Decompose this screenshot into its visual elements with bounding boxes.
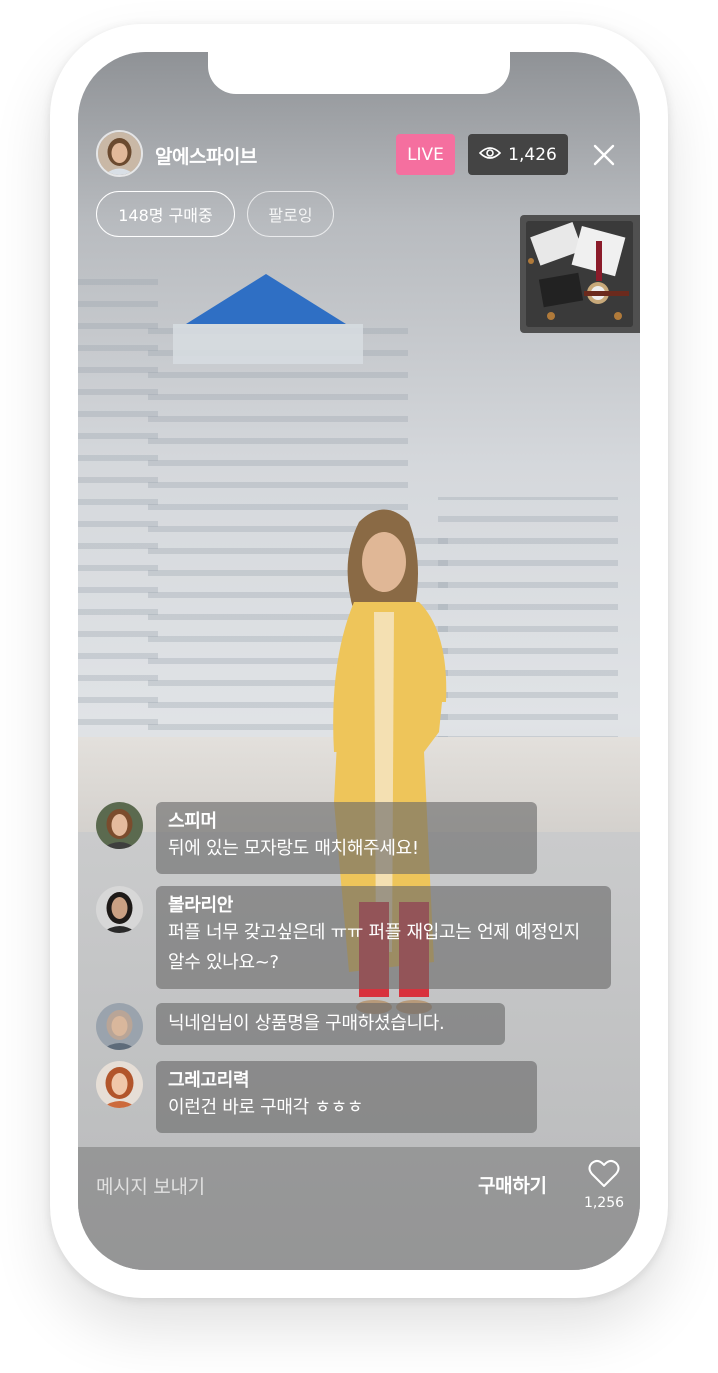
like-button[interactable] [588, 1159, 620, 1189]
close-icon [593, 144, 615, 166]
product-thumbnail[interactable] [520, 215, 640, 333]
chat-nickname: 스피머 [168, 811, 217, 832]
chat-avatar[interactable] [96, 1061, 143, 1108]
chat-text: 퍼플 너무 갖고싶은데 ㅠㅠ 퍼플 재입고는 언제 예정인지 알수 있나요~? [168, 922, 580, 973]
phone-frame: 알에스파이브 LIVE 1,426 148명 구매중 팔로잉 스피머 뒤에 있는… [50, 24, 668, 1298]
chat-bubble: 볼라리안 퍼플 너무 갖고싶은데 ㅠㅠ 퍼플 재입고는 언제 예정인지 알수 있… [156, 886, 611, 989]
chat-bubble: 스피머 뒤에 있는 모자랑도 매치해주세요! [156, 802, 537, 874]
host-avatar[interactable] [96, 130, 143, 177]
follow-button[interactable]: 팔로잉 [247, 191, 334, 237]
chat-text: 뒤에 있는 모자랑도 매치해주세요! [168, 838, 419, 859]
close-button[interactable] [588, 139, 620, 171]
live-badge: LIVE [396, 134, 455, 175]
viewer-count: 1,426 [508, 144, 557, 165]
device-notch [208, 52, 510, 94]
message-input[interactable]: 메시지 보내기 [96, 1172, 205, 1199]
chat-text: 닉네임님이 상품명을 구매하셨습니다. [168, 1013, 445, 1034]
buy-button[interactable]: 구매하기 [478, 1171, 547, 1198]
viewer-count-badge: 1,426 [468, 134, 568, 175]
chat-text: 이런건 바로 구매각 ㅎㅎㅎ [168, 1097, 364, 1118]
chat-avatar[interactable] [96, 886, 143, 933]
chat-avatar[interactable] [96, 1003, 143, 1050]
like-count: 1,256 [583, 1195, 625, 1211]
buying-count-pill[interactable]: 148명 구매중 [96, 191, 235, 237]
eye-icon [479, 145, 502, 165]
heart-icon [588, 1159, 620, 1187]
chat-nickname: 그레고리력 [168, 1070, 250, 1091]
host-name[interactable]: 알에스파이브 [155, 142, 257, 169]
chat-bubble: 닉네임님이 상품명을 구매하셨습니다. [156, 1003, 505, 1045]
bottom-bar: 메시지 보내기 구매하기 1,256 [78, 1147, 640, 1270]
chat-bubble: 그레고리력 이런건 바로 구매각 ㅎㅎㅎ [156, 1061, 537, 1133]
live-stream-screen: 알에스파이브 LIVE 1,426 148명 구매중 팔로잉 스피머 뒤에 있는… [78, 52, 640, 1270]
chat-avatar[interactable] [96, 802, 143, 849]
chat-nickname: 볼라리안 [168, 895, 234, 916]
